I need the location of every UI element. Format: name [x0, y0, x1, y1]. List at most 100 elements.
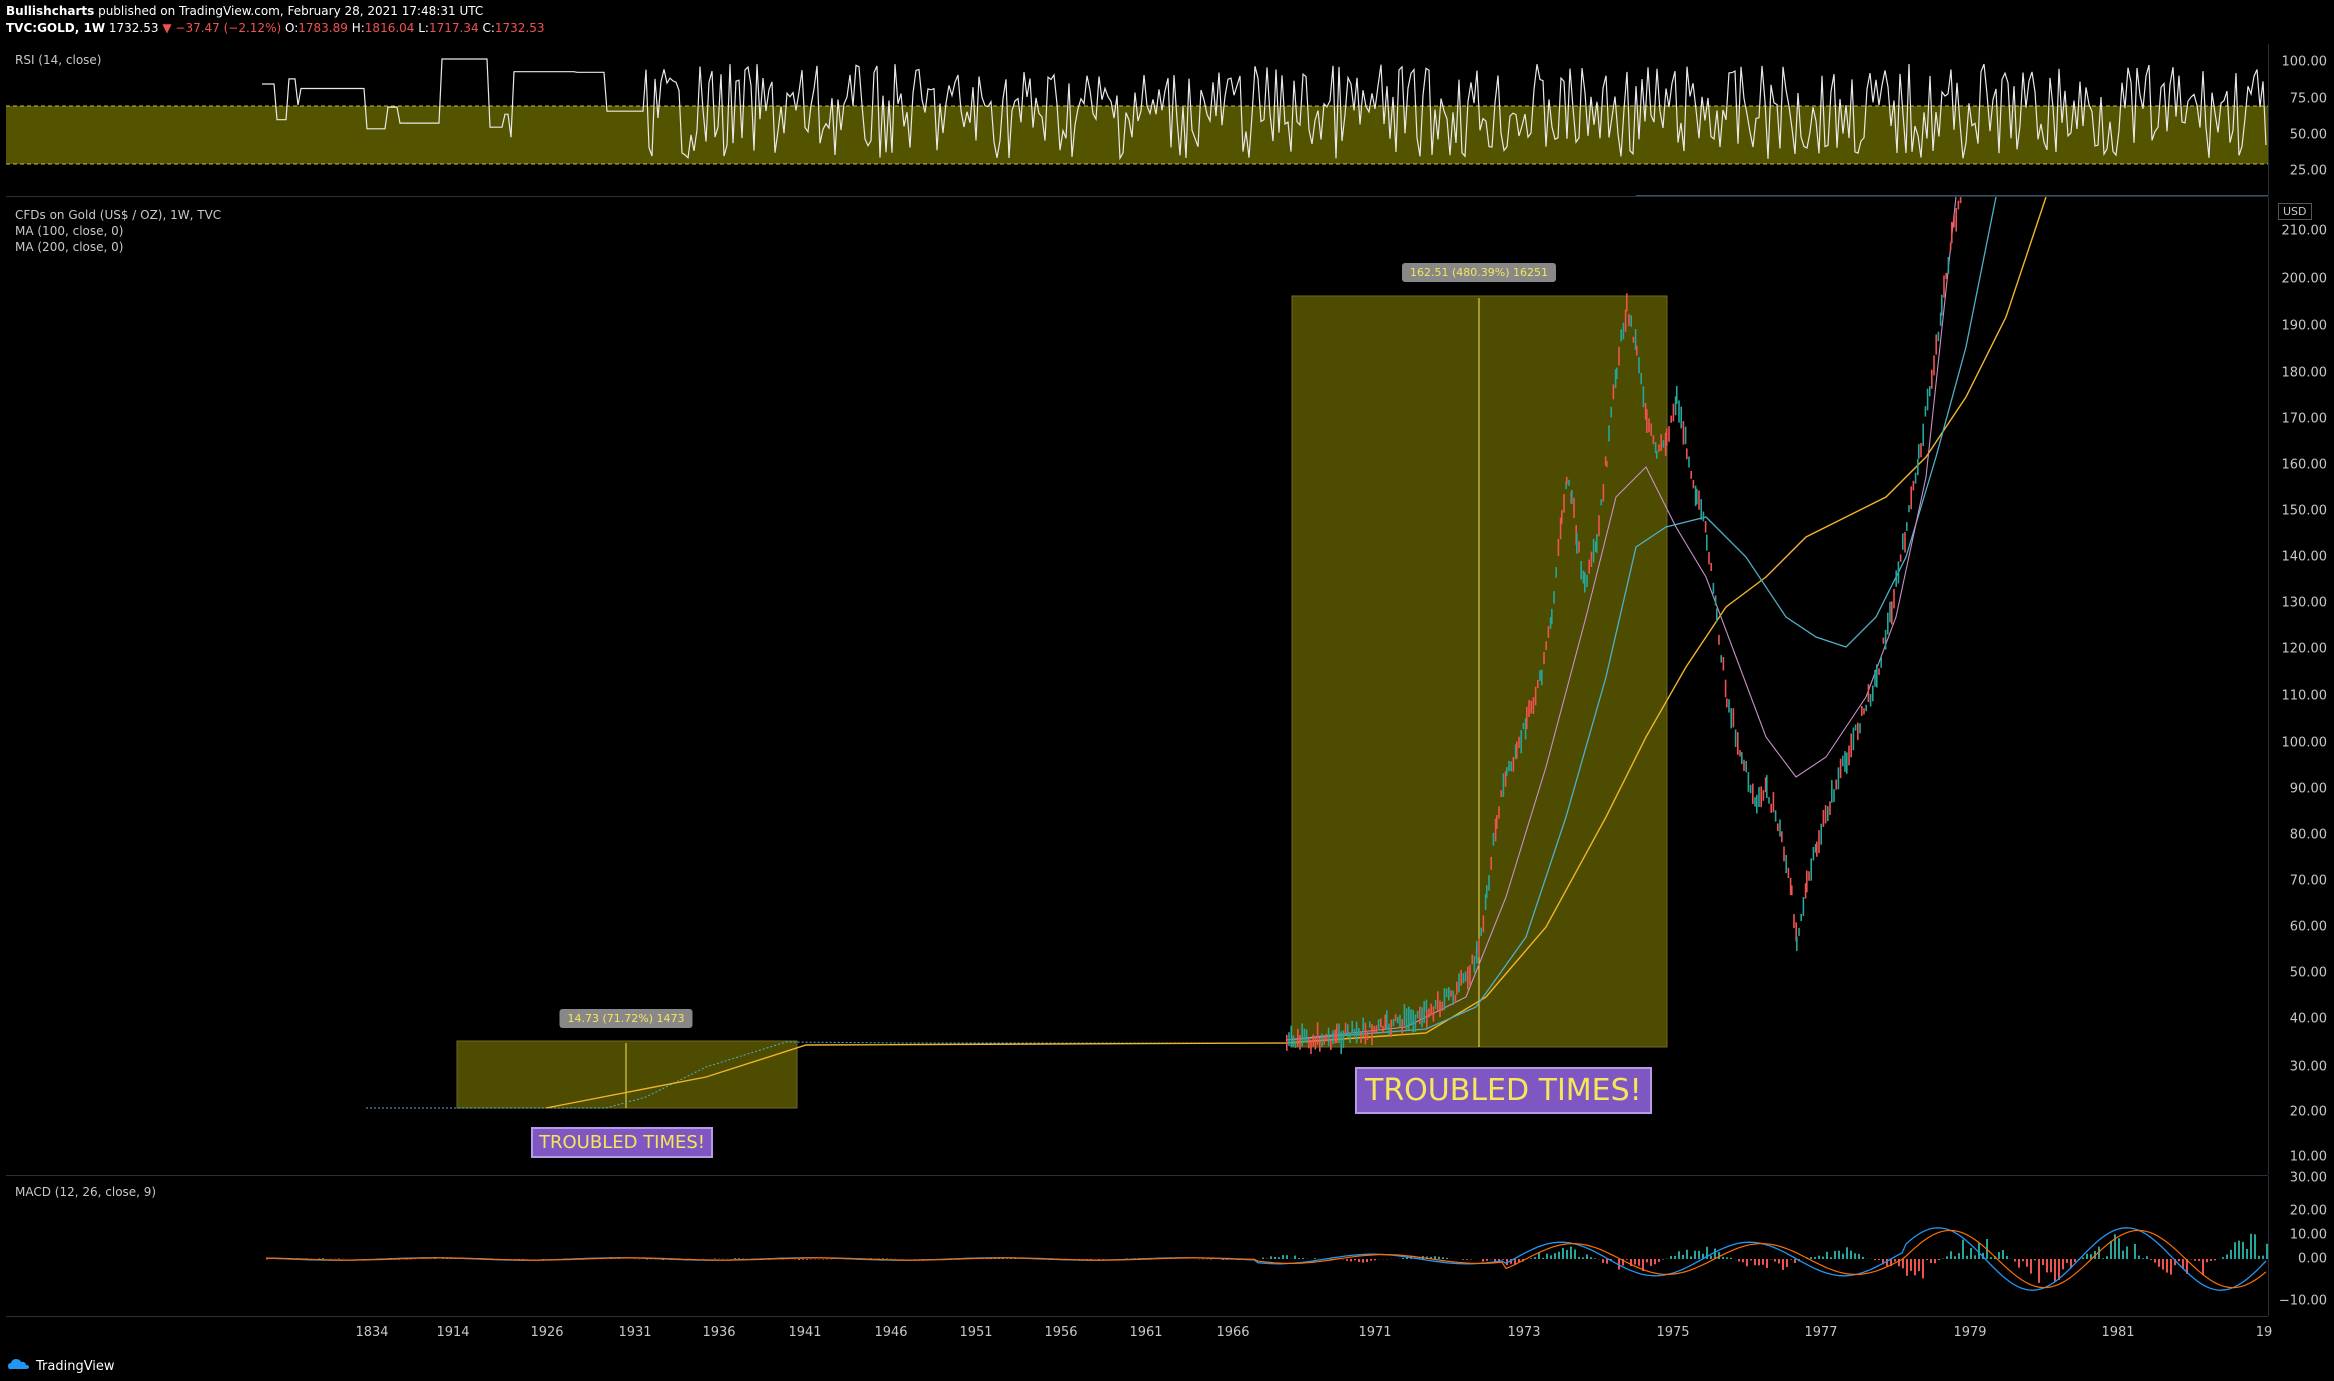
tradingview-logo-icon[interactable]: [6, 1357, 30, 1375]
candle: [1774, 810, 1777, 822]
histogram-bar: [1690, 1256, 1692, 1259]
histogram-bar: [1730, 1257, 1732, 1259]
histogram-bar: [2102, 1258, 2104, 1259]
macd-pane[interactable]: MACD (12, 26, close, 9): [6, 1176, 2268, 1317]
histogram-bar: [1974, 1255, 1976, 1259]
histogram-bar: [1002, 1258, 1004, 1259]
candle: [1783, 846, 1785, 862]
histogram-bar: [2030, 1259, 2032, 1274]
candle: [1798, 927, 1800, 936]
histogram-bar: [734, 1258, 736, 1259]
candle: [1561, 510, 1563, 524]
histogram-bar: [1742, 1259, 1744, 1263]
histogram-bar: [2134, 1244, 2136, 1259]
histogram-bar: [1314, 1258, 1316, 1259]
candle: [1859, 723, 1861, 734]
candle: [1469, 964, 1471, 986]
candle: [1439, 1000, 1441, 1018]
ma100-label[interactable]: MA (100, close, 0): [15, 224, 123, 238]
histogram-bar: [1590, 1257, 1592, 1259]
histogram-bar: [2126, 1246, 2128, 1259]
rsi-pane[interactable]: RSI (14, close): [6, 44, 2268, 197]
candle: [1908, 505, 1910, 513]
candle: [1861, 706, 1863, 716]
measure-box-1[interactable]: [456, 1040, 798, 1109]
candle: [1510, 761, 1512, 772]
price-axis[interactable]: 210.00 200.00 190.00 180.00 170.00 160.00 150.…: [2268, 197, 2334, 1175]
histogram-bar: [1654, 1259, 1656, 1265]
histogram-bar: [2226, 1254, 2228, 1259]
histogram-bar: [2082, 1257, 2084, 1259]
candle: [1428, 1008, 1430, 1018]
main-title[interactable]: CFDs on Gold (US$ / OZ), 1W, TVC: [15, 208, 221, 222]
low-label: L:: [418, 21, 429, 35]
histogram-bar: [1746, 1259, 1748, 1267]
candle: [1648, 418, 1650, 433]
histogram-bar: [1962, 1239, 1964, 1259]
histogram-bar: [1554, 1253, 1556, 1259]
histogram-bar: [1814, 1257, 1816, 1259]
candle: [1947, 257, 1950, 274]
currency-tag[interactable]: USD: [2278, 203, 2312, 220]
candle: [1850, 733, 1852, 758]
histogram-bar: [2166, 1259, 2168, 1273]
candle: [1762, 790, 1765, 801]
histogram-bar: [2006, 1256, 2008, 1259]
candle: [1872, 685, 1874, 702]
histogram-bar: [1938, 1259, 1940, 1261]
main-price-pane[interactable]: CFDs on Gold (US$ / OZ), 1W, TVC MA (100…: [6, 197, 2268, 1176]
candle: [1303, 1028, 1306, 1043]
candle: [1816, 841, 1818, 857]
macd-tick: 20.00: [2289, 1203, 2327, 1219]
candle: [1592, 538, 1595, 563]
candle: [1610, 406, 1612, 418]
macd-axis[interactable]: 30.00 20.00 10.00 0.00 −10.00: [2268, 1171, 2334, 1316]
candle: [1448, 987, 1450, 1001]
candle: [1488, 875, 1490, 891]
histogram-bar: [1302, 1257, 1304, 1259]
histogram-bar: [2142, 1258, 2144, 1259]
candle: [1464, 971, 1467, 982]
rsi-label[interactable]: RSI (14, close): [15, 53, 101, 67]
candle: [1458, 973, 1460, 993]
histogram-bar: [1466, 1259, 1468, 1260]
histogram-bar: [2170, 1259, 2172, 1275]
macd-tick: 30.00: [2289, 1170, 2327, 1186]
candle: [1403, 1004, 1406, 1027]
candle: [1650, 423, 1652, 436]
histogram-bar: [2254, 1234, 2256, 1259]
candle: [1712, 582, 1715, 594]
histogram-bar: [2022, 1259, 2024, 1262]
histogram-bar: [2214, 1259, 2216, 1261]
ma200-label[interactable]: MA (200, close, 0): [15, 240, 123, 254]
candle: [1949, 243, 1952, 251]
macd-label[interactable]: MACD (12, 26, close, 9): [15, 1185, 156, 1199]
troubled-times-label-1[interactable]: TROUBLED TIMES!: [531, 1127, 714, 1158]
candle: [1906, 522, 1908, 531]
histogram-bar: [1694, 1250, 1696, 1259]
histogram-bar: [2122, 1250, 2124, 1259]
candle: [1937, 331, 1940, 342]
histogram-bar: [1658, 1259, 1660, 1262]
candle: [1865, 704, 1867, 712]
rsi-tick: 50.00: [2289, 127, 2327, 143]
candle: [1893, 589, 1895, 609]
measure-label-2: 162.51 (480.39%) 16251: [1402, 263, 1556, 282]
author-name[interactable]: Bullishcharts: [6, 4, 94, 18]
candle: [1831, 780, 1833, 803]
troubled-times-label-2[interactable]: TROUBLED TIMES!: [1355, 1067, 1652, 1114]
candle: [1616, 367, 1618, 380]
histogram-bar: [1638, 1259, 1640, 1266]
histogram-bar: [1946, 1256, 1948, 1259]
candle: [1602, 483, 1605, 502]
candle: [1349, 1032, 1351, 1044]
histogram-bar: [822, 1259, 824, 1260]
rsi-axis[interactable]: 100.00 75.00 50.00 25.00: [2268, 44, 2334, 196]
candle: [1316, 1022, 1319, 1045]
time-axis[interactable]: 1834 1914 1926 1931 1936 1941 1946 1951 1956 1961…: [6, 1317, 2272, 1347]
candle: [1508, 760, 1510, 772]
symbol-name[interactable]: TVC:GOLD, 1W: [6, 21, 105, 35]
histogram-bar: [1402, 1258, 1404, 1259]
last-price: 1732.53: [108, 21, 159, 35]
tradingview-brand[interactable]: TradingView: [36, 1359, 115, 1374]
